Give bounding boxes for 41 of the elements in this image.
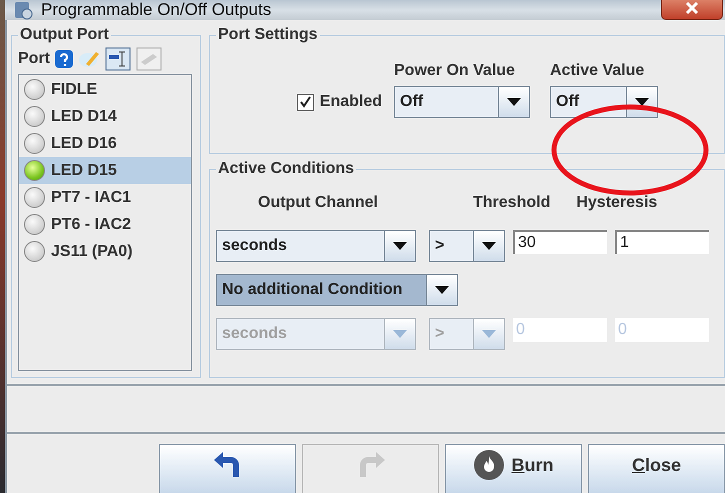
port-list-item[interactable]: PT6 - IAC2 bbox=[19, 211, 191, 238]
caret-icon bbox=[482, 242, 496, 250]
panel-title: Active Conditions bbox=[217, 160, 356, 178]
app-icon bbox=[13, 0, 33, 20]
column-label: Active Value bbox=[550, 62, 646, 80]
caret-icon bbox=[393, 242, 407, 250]
burn-button[interactable]: Burn bbox=[445, 444, 582, 493]
toolbar-icon[interactable] bbox=[105, 47, 131, 71]
caret-icon bbox=[635, 98, 649, 106]
caret-icon bbox=[435, 286, 449, 294]
undo-button[interactable] bbox=[159, 444, 296, 493]
operator-dropdown[interactable]: > bbox=[429, 230, 505, 262]
port-list-item[interactable]: JS11 (PA0) bbox=[19, 238, 191, 265]
port-list-item[interactable]: FIDLE bbox=[19, 76, 191, 103]
port-label: Port bbox=[18, 50, 50, 68]
close-icon bbox=[685, 2, 699, 14]
caret-icon bbox=[393, 330, 407, 338]
help-icon[interactable] bbox=[55, 50, 73, 68]
port-list-item[interactable]: PT7 - IAC1 bbox=[19, 184, 191, 211]
column-label: Threshold bbox=[473, 194, 550, 212]
column-label: Power On Value bbox=[394, 62, 516, 80]
port-list-item[interactable]: LED D16 bbox=[19, 130, 191, 157]
window-title: Programmable On/Off Outputs bbox=[41, 0, 272, 20]
enabled-checkbox[interactable] bbox=[296, 94, 314, 110]
close-window-button[interactable] bbox=[661, 0, 723, 20]
port-list-item[interactable]: LED D14 bbox=[19, 103, 191, 130]
caret-icon bbox=[507, 98, 521, 106]
condition-dropdown[interactable]: No additional Condition bbox=[216, 274, 458, 306]
close-button[interactable]: Close bbox=[588, 444, 725, 493]
panel-title: Port Settings bbox=[217, 26, 319, 44]
channel-dropdown[interactable]: seconds bbox=[216, 230, 416, 262]
caret-icon bbox=[482, 330, 496, 338]
panel-title: Output Port bbox=[19, 26, 110, 44]
power-on-dropdown[interactable]: Off bbox=[394, 86, 530, 118]
column-label: Hysteresis bbox=[576, 194, 658, 212]
hysteresis-field[interactable]: 1 bbox=[615, 230, 709, 254]
checkbox-label: Enabled bbox=[320, 93, 382, 111]
port-list-item[interactable]: LED D15 bbox=[19, 157, 191, 184]
column-label: Output Channel bbox=[257, 194, 379, 212]
flame-icon bbox=[474, 450, 504, 480]
threshold-field[interactable]: 30 bbox=[513, 230, 607, 254]
